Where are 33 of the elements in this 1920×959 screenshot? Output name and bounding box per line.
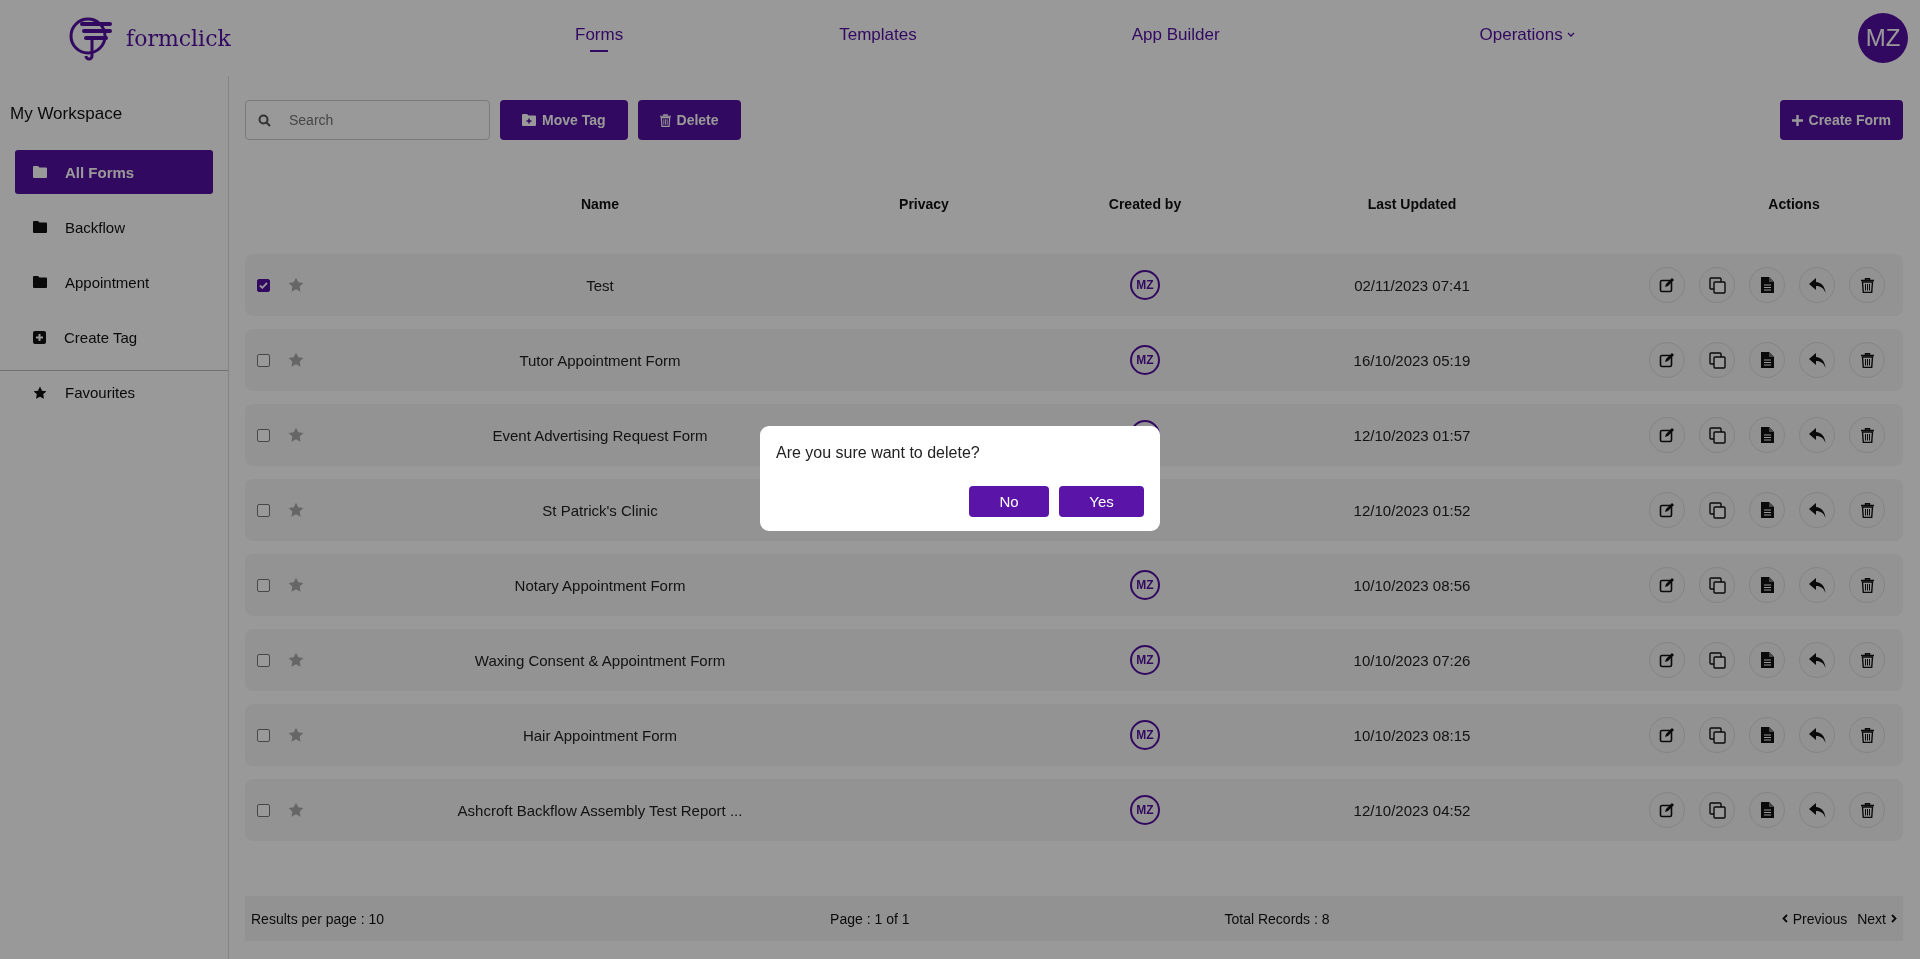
column-header: Name <box>579 196 621 212</box>
results-per-page: Results per page : 10 <box>251 910 385 927</box>
total-records: Total Records : 8 <box>1224 910 1330 927</box>
last-updated-date: 02/11/2023 07:41 <box>1353 276 1471 294</box>
last-updated-date: 10/10/2023 08:15 <box>1352 726 1472 744</box>
column-header: Privacy <box>898 196 950 212</box>
column-header: Actions <box>1767 196 1821 212</box>
last-updated-date: 16/10/2023 05:19 <box>1352 351 1472 369</box>
creator-avatar: MZ <box>1130 795 1160 825</box>
creator-avatar: MZ <box>1130 270 1160 300</box>
last-updated-date: 12/10/2023 01:52 <box>1352 501 1472 519</box>
form-name: St Patrick's Clinic <box>541 501 659 519</box>
creator-avatar: MZ <box>1130 345 1160 375</box>
last-updated-date: 10/10/2023 08:56 <box>1352 576 1472 594</box>
logo-text: formclick <box>126 25 231 51</box>
workspace-title: My Workspace <box>10 104 124 124</box>
creator-avatar: MZ <box>1130 570 1160 600</box>
form-name: Hair Appointment Form <box>521 726 679 744</box>
column-header: Created by <box>1107 196 1183 212</box>
column-header: Last Updated <box>1366 196 1458 212</box>
confirm-message: Are you sure want to delete? <box>776 444 981 462</box>
page-indicator: Page : 1 of 1 <box>830 910 910 927</box>
creator-avatar: MZ <box>1130 645 1160 675</box>
creator-avatar: MZ <box>1130 720 1160 750</box>
last-updated-date: 10/10/2023 07:26 <box>1352 651 1472 669</box>
form-name: Notary Appointment Form <box>513 576 687 594</box>
form-name: Waxing Consent & Appointment Form <box>473 651 727 669</box>
form-name: Tutor Appointment Form <box>518 351 682 369</box>
last-updated-date: 12/10/2023 01:57 <box>1352 426 1472 444</box>
form-name: Test <box>585 276 615 294</box>
form-name: Ashcroft Backflow Assembly Test Report ... <box>456 801 744 819</box>
form-name: Event Advertising Request Form <box>491 426 709 444</box>
last-updated-date: 12/10/2023 04:52 <box>1352 801 1472 819</box>
